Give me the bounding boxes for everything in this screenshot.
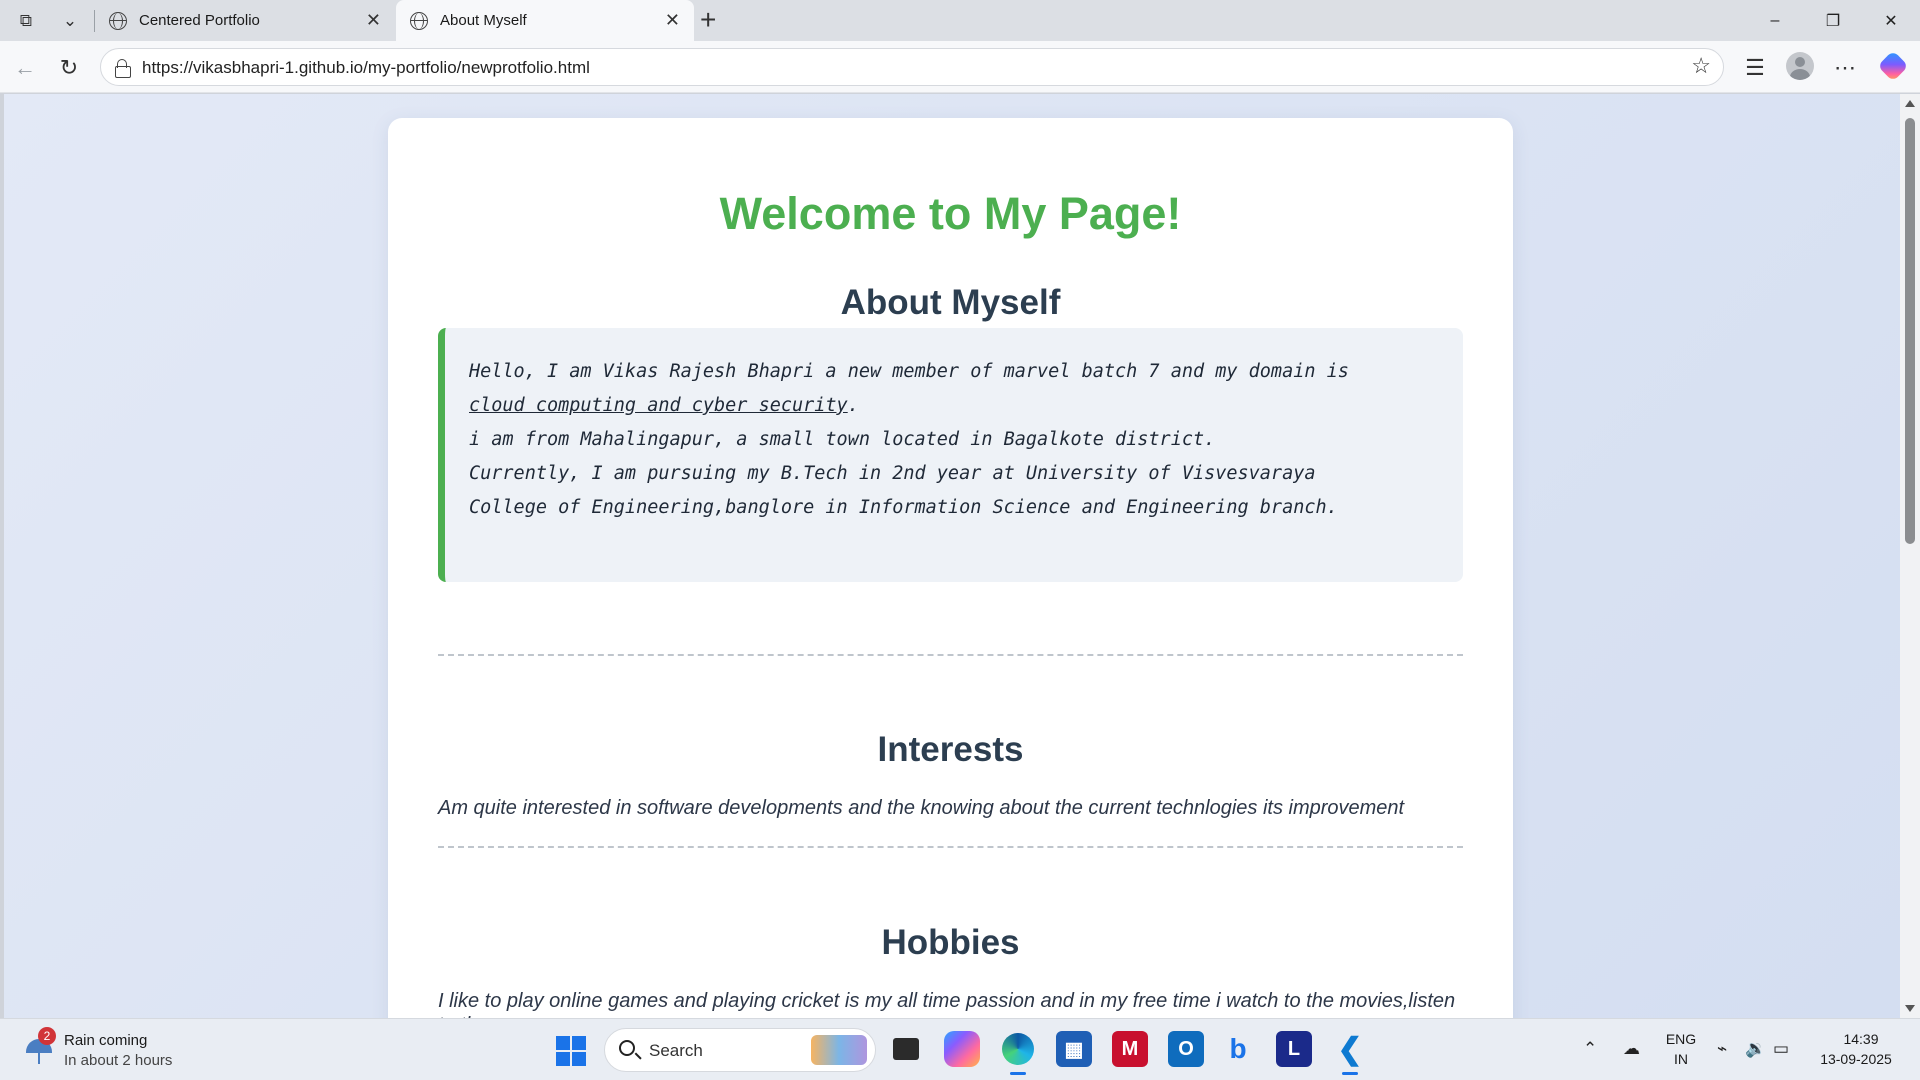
minimize-icon[interactable]: – xyxy=(1752,6,1798,36)
about-heading: About Myself xyxy=(840,283,1061,322)
edge-browser-icon[interactable] xyxy=(1000,1031,1036,1075)
onedrive-cloud-icon[interactable]: ☁ xyxy=(1623,1039,1640,1059)
scroll-down-arrow-icon[interactable] xyxy=(1905,1005,1915,1012)
language-indicator-top[interactable]: ENG xyxy=(1665,1031,1697,1047)
file-explorer-icon[interactable] xyxy=(888,1031,924,1067)
language-indicator-bottom[interactable]: IN xyxy=(1665,1051,1697,1067)
about-line-1: Hello, I am Vikas Rajesh Bhapri a new me… xyxy=(469,361,1349,382)
search-highlight-image xyxy=(811,1035,867,1065)
weather-widget[interactable]: 2 Rain coming In about 2 hours xyxy=(24,1027,224,1071)
tab-title: About Myself xyxy=(440,12,527,29)
scroll-up-arrow-icon[interactable] xyxy=(1905,100,1915,107)
content-card: Welcome to My Page! About Myself Hello, … xyxy=(388,118,1513,1018)
about-line-3: i am from Mahalingapur, a small town loc… xyxy=(469,429,1216,450)
interests-heading: Interests xyxy=(877,730,1024,769)
url-text[interactable]: https://vikasbhapri-1.github.io/my-portf… xyxy=(142,58,590,78)
tab-about-myself[interactable]: About Myself ✕ xyxy=(396,0,694,41)
welcome-heading: Welcome to My Page! xyxy=(719,188,1182,239)
wifi-icon[interactable]: ⌁ xyxy=(1717,1039,1727,1059)
site-info-lock-icon[interactable] xyxy=(115,59,131,78)
copilot-app-icon[interactable] xyxy=(944,1031,980,1067)
profile-avatar[interactable] xyxy=(1786,52,1814,80)
volume-icon[interactable]: 🔉 xyxy=(1745,1039,1766,1059)
globe-icon xyxy=(410,11,428,30)
microsoft-store-icon[interactable]: ▦ xyxy=(1056,1031,1092,1067)
section-divider xyxy=(438,846,1463,848)
about-line-4: Currently, I am pursuing my B.Tech in 2n… xyxy=(469,463,1316,484)
mcafee-icon[interactable]: M xyxy=(1112,1031,1148,1067)
bing-icon[interactable]: b xyxy=(1220,1031,1256,1067)
search-label: Search xyxy=(649,1041,703,1060)
browser-toolbar: ← ↻ https://vikasbhapri-1.github.io/my-p… xyxy=(0,41,1920,93)
about-section-box: Hello, I am Vikas Rajesh Bhapri a new me… xyxy=(438,328,1463,582)
tab-title: Centered Portfolio xyxy=(139,12,260,29)
browser-tab-bar: ⧉ ⌄ Centered Portfolio ✕ About Myself ✕ … xyxy=(0,0,1920,41)
battery-icon[interactable]: ▭ xyxy=(1773,1039,1789,1059)
favorite-star-icon[interactable]: ☆ xyxy=(1691,53,1711,79)
hobbies-heading: Hobbies xyxy=(881,923,1020,962)
search-icon xyxy=(619,1040,635,1056)
interests-text: Am quite interested in software developm… xyxy=(438,797,1405,819)
address-bar[interactable]: https://vikasbhapri-1.github.io/my-portf… xyxy=(100,48,1724,86)
weather-title: Rain coming xyxy=(64,1032,148,1049)
windows-taskbar: 2 Rain coming In about 2 hours Search ▦ … xyxy=(0,1018,1920,1080)
restore-icon[interactable]: ❐ xyxy=(1810,6,1856,36)
vscode-icon[interactable]: ❮ xyxy=(1332,1031,1368,1075)
about-line-2-suffix: . xyxy=(847,395,859,416)
hobbies-text: I like to play online games and playing … xyxy=(438,990,1456,1018)
section-divider xyxy=(438,654,1463,656)
close-window-icon[interactable]: ✕ xyxy=(1868,6,1914,36)
taskbar-search-box[interactable]: Search xyxy=(604,1028,876,1072)
refresh-icon[interactable]: ↻ xyxy=(52,51,86,85)
show-hidden-icons-chevron-icon[interactable]: ⌃ xyxy=(1583,1039,1597,1059)
notification-badge: 2 xyxy=(38,1027,56,1045)
l-app-icon[interactable]: L xyxy=(1276,1031,1312,1067)
globe-icon xyxy=(109,11,127,30)
scrollbar-thumb[interactable] xyxy=(1905,118,1915,544)
outlook-icon[interactable]: O xyxy=(1168,1031,1204,1067)
about-line-2: cloud computing and cyber security. xyxy=(469,389,1439,423)
more-options-icon[interactable]: ⋯ xyxy=(1828,51,1862,85)
back-arrow-icon[interactable]: ← xyxy=(8,51,42,85)
workspaces-icon[interactable]: ⧉ xyxy=(10,6,42,36)
close-tab-icon[interactable]: ✕ xyxy=(366,10,381,31)
close-tab-icon[interactable]: ✕ xyxy=(665,10,680,31)
page-viewport: Welcome to My Page! About Myself Hello, … xyxy=(4,94,1900,1018)
weather-subtitle: In about 2 hours xyxy=(64,1052,173,1069)
windows-start-icon[interactable] xyxy=(556,1036,586,1066)
domain-underlined-text: cloud computing and cyber security xyxy=(469,395,848,416)
new-tab-button[interactable]: + xyxy=(700,4,716,36)
tab-centered-portfolio[interactable]: Centered Portfolio ✕ xyxy=(95,0,395,41)
vertical-scrollbar[interactable] xyxy=(1900,94,1920,1018)
about-line-5: College of Engineering,banglore in Infor… xyxy=(469,497,1338,518)
clock-date[interactable]: 13-09-2025 xyxy=(1810,1051,1902,1067)
tab-actions-chevron-icon[interactable]: ⌄ xyxy=(54,6,86,36)
copilot-icon[interactable] xyxy=(1877,50,1909,82)
favorites-icon[interactable]: ☰ xyxy=(1738,51,1772,85)
clock-time[interactable]: 14:39 xyxy=(1820,1031,1902,1047)
